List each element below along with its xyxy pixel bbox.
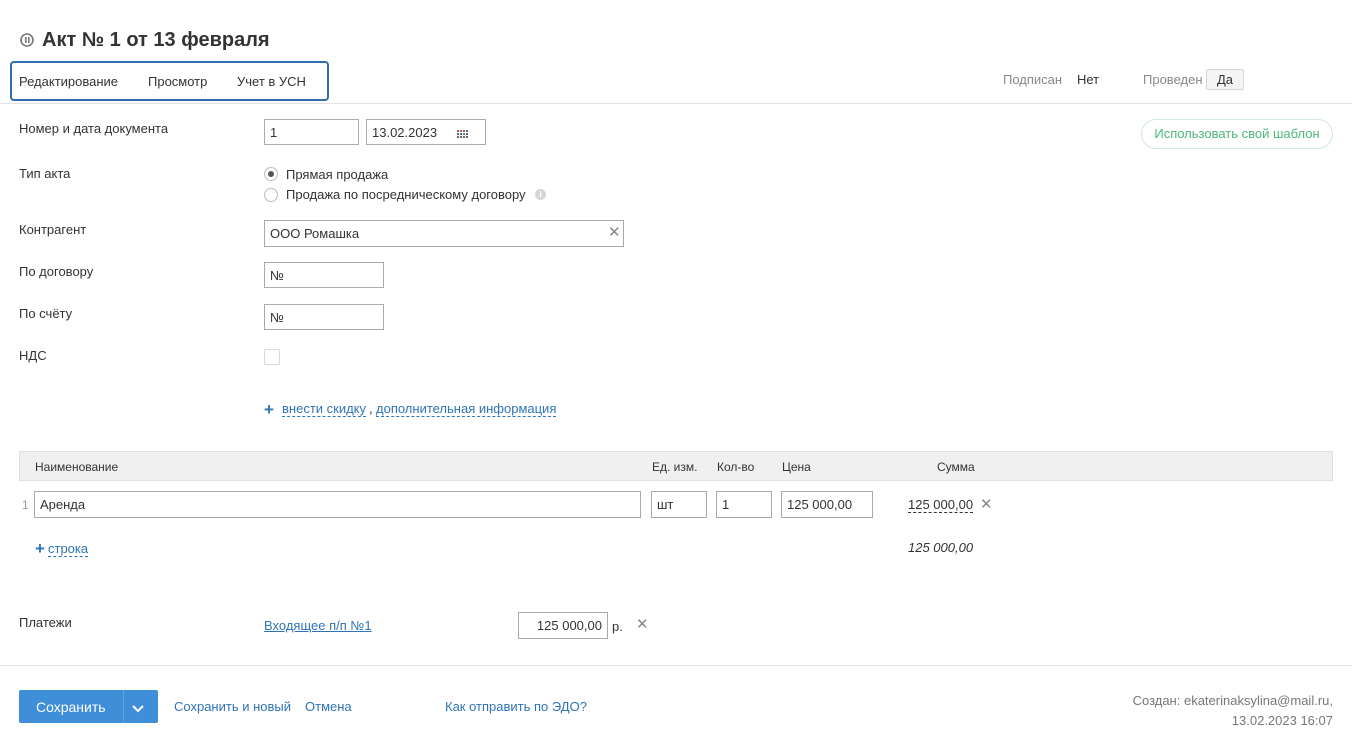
chevron-down-icon[interactable]: [132, 701, 144, 716]
col-unit: Ед. изм.: [652, 460, 698, 474]
tab-usn[interactable]: Учет в УСН: [237, 74, 306, 89]
payments-label: Платежи: [19, 615, 72, 630]
contract-label: По договору: [19, 264, 94, 279]
col-price: Цена: [782, 460, 811, 474]
invoice-input[interactable]: [264, 304, 384, 330]
save-split-divider: [123, 690, 124, 723]
back-icon[interactable]: [19, 32, 35, 48]
counterparty-field: ✕: [264, 220, 624, 247]
use-template-button[interactable]: Использовать свой шаблон: [1141, 119, 1333, 149]
payment-currency: р.: [612, 619, 623, 634]
col-name: Наименование: [35, 460, 119, 474]
table-total: 125 000,00: [908, 540, 974, 555]
doc-number-input[interactable]: [264, 119, 359, 145]
created-at: 13.02.2023 16:07: [1231, 713, 1333, 728]
counterparty-label: Контрагент: [19, 222, 87, 237]
cancel-link[interactable]: Отмена: [305, 699, 352, 714]
add-row-link[interactable]: строка: [48, 541, 89, 557]
save-button[interactable]: Сохранить: [19, 690, 158, 723]
invoice-label: По счёту: [19, 306, 73, 321]
calendar-icon[interactable]: [457, 127, 468, 142]
radio-direct-sale[interactable]: [264, 167, 278, 181]
vat-label: НДС: [19, 348, 47, 363]
tab-edit[interactable]: Редактирование: [19, 74, 118, 89]
page-title: Акт № 1 от 13 февраля: [42, 29, 270, 51]
footer-divider: [0, 665, 1352, 666]
doc-date-field: [366, 119, 486, 145]
save-button-label: Сохранить: [36, 699, 106, 715]
links-separator: ,: [369, 401, 373, 416]
signed-value[interactable]: Нет: [1077, 72, 1099, 87]
payment-link[interactable]: Входящее п/п №1: [264, 618, 372, 633]
vat-checkbox[interactable]: [264, 349, 280, 365]
act-type-label: Тип акта: [19, 166, 71, 181]
signed-label: Подписан: [1003, 72, 1063, 87]
table-row: 1 125 000,00 ✕: [0, 488, 1352, 522]
counterparty-input[interactable]: [264, 220, 624, 247]
posted-toggle[interactable]: Да: [1206, 69, 1244, 90]
clear-counterparty-icon[interactable]: ✕: [608, 225, 621, 240]
extra-info-link[interactable]: дополнительная информация: [376, 401, 557, 417]
delete-row-icon[interactable]: ✕: [980, 497, 993, 512]
doc-date-input[interactable]: [366, 119, 486, 145]
radio-agent-sale[interactable]: [264, 188, 278, 202]
header-divider: [0, 103, 1352, 104]
item-price-input[interactable]: [781, 491, 873, 518]
col-sum: Сумма: [937, 460, 975, 474]
save-new-link[interactable]: Сохранить и новый: [174, 699, 291, 714]
add-row-plus-icon[interactable]: +: [35, 540, 45, 557]
row-number: 1: [22, 498, 29, 512]
edo-link[interactable]: Как отправить по ЭДО?: [445, 699, 587, 714]
radio-direct-sale-label[interactable]: Прямая продажа: [286, 167, 388, 182]
items-table-header: Наименование Ед. изм. Кол-во Цена Сумма: [19, 451, 1333, 481]
tab-view[interactable]: Просмотр: [148, 74, 207, 89]
col-qty: Кол-во: [717, 460, 755, 474]
payment-amount-input[interactable]: [518, 612, 608, 639]
plus-icon[interactable]: +: [264, 401, 274, 418]
add-discount-link[interactable]: внести скидку: [282, 401, 367, 417]
doc-label: Номер и дата документа: [19, 121, 169, 136]
created-by: Создан: ekaterinaksylina@mail.ru,: [1132, 693, 1333, 708]
info-icon[interactable]: i: [535, 189, 546, 200]
item-unit-input[interactable]: [651, 491, 707, 518]
delete-payment-icon[interactable]: ✕: [636, 617, 649, 632]
contract-input[interactable]: [264, 262, 384, 288]
radio-agent-sale-label[interactable]: Продажа по посредническому договору: [286, 187, 526, 202]
item-name-input[interactable]: [34, 491, 641, 518]
tabs-bar: Редактирование Просмотр Учет в УСН: [10, 61, 329, 101]
item-qty-input[interactable]: [716, 491, 772, 518]
posted-label: Проведен: [1143, 72, 1203, 87]
item-sum[interactable]: 125 000,00: [908, 497, 974, 513]
